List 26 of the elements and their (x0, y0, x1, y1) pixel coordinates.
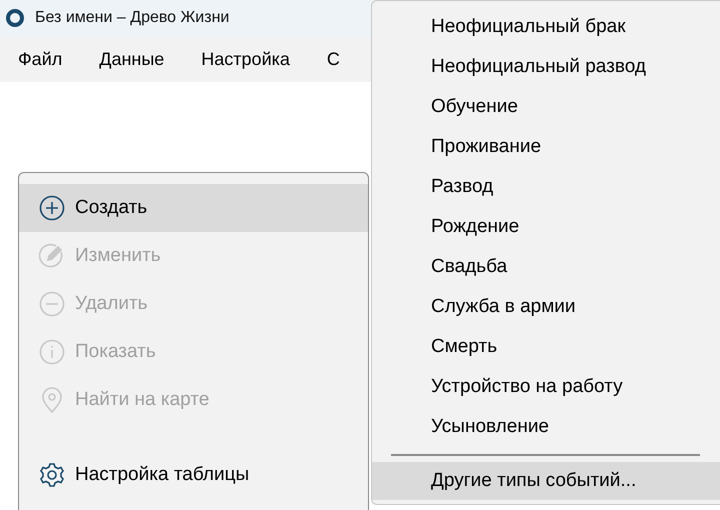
menu-item[interactable]: Свадьба (372, 247, 720, 287)
menu-item[interactable]: Рождение (372, 207, 720, 247)
menu-item[interactable]: Проживание (372, 127, 720, 167)
map-pin-icon (39, 387, 65, 413)
info-icon (39, 339, 65, 365)
ring-logo-icon (5, 8, 25, 28)
plus-icon (39, 195, 65, 221)
menu-item[interactable]: Неофициальный развод (372, 47, 720, 87)
settings-icon (39, 462, 65, 488)
menu-item[interactable]: С (316, 48, 350, 70)
menu-item[interactable]: Развод (372, 167, 720, 207)
menu-item[interactable]: Файл (8, 48, 72, 70)
menu-item[interactable]: Усыновление (372, 407, 720, 447)
menu-item[interactable]: Данные (89, 48, 174, 70)
menu-item[interactable]: Настройка (191, 48, 300, 70)
menu-item[interactable]: Служба в армии (372, 287, 720, 327)
menu-item[interactable]: Обучение (372, 87, 720, 127)
menu-item[interactable]: Неофициальный брак (372, 7, 720, 47)
edit-icon (39, 243, 65, 269)
menu-item[interactable]: Настройка таблицы (19, 451, 368, 499)
minus-icon (39, 291, 65, 317)
menu-item[interactable]: Создать (19, 184, 368, 232)
menu-item[interactable]: Устройство на работу (372, 367, 720, 407)
window-title: Без имени – Древо Жизни (35, 9, 230, 27)
menu-item[interactable]: Смерть (372, 327, 720, 367)
menu-item[interactable]: Другие типы событий... (372, 462, 720, 500)
